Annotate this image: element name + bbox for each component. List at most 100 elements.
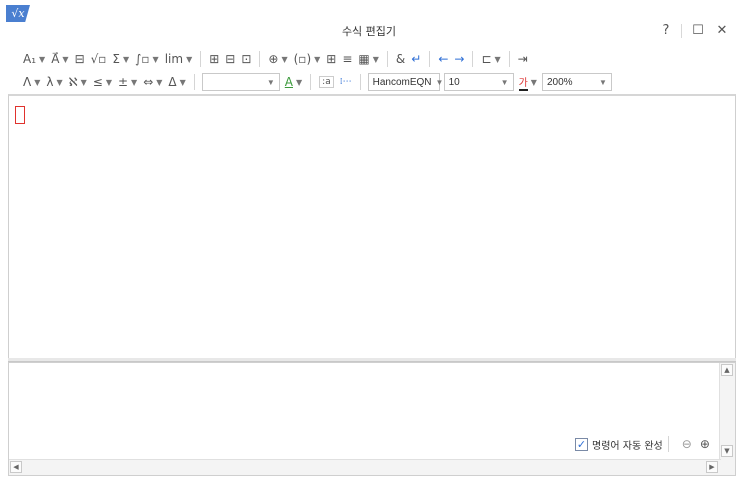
limit-tool[interactable]: lim ▼ <box>162 49 196 69</box>
text-color-tool[interactable]: 가 ▼ <box>516 72 540 92</box>
scroll-up-icon[interactable]: ▲ <box>721 364 733 376</box>
matrix-icon-2: ⊟ <box>225 52 236 66</box>
zoom-combo[interactable]: 200% ▼ <box>541 73 612 91</box>
exit-tool[interactable]: ⇥ <box>515 49 531 69</box>
matrix-tool-1[interactable]: ⊞ <box>206 49 222 69</box>
sum-tool[interactable]: Σ ▼ <box>109 49 132 69</box>
chevron-down-icon[interactable]: ▼ <box>56 78 62 87</box>
matrix-icon-1: ⊞ <box>209 52 220 66</box>
close-button[interactable]: ✕ <box>712 22 732 40</box>
align-tool[interactable]: ≡ <box>339 49 355 69</box>
table-tool[interactable]: ▦ ▼ <box>355 49 382 69</box>
chevron-down-icon[interactable]: ▼ <box>123 55 129 64</box>
size-combo[interactable]: 10 ▼ <box>443 73 514 91</box>
chevron-down-icon[interactable]: ▼ <box>186 55 192 64</box>
greek-lower-tool[interactable]: λ ▼ <box>43 72 65 92</box>
script-input-pane[interactable]: ▲ ▼ ◀ ▶ ✓ 명령어 자동 완성 ⊖ ⊕ <box>8 362 736 476</box>
toolbar-separator <box>386 51 388 67</box>
integral-tool[interactable]: ∫▫ ▼ <box>132 49 162 69</box>
greek-upper-tool[interactable]: Λ ▼ <box>20 72 43 92</box>
zoom-in-icon[interactable]: ⊕ <box>700 437 710 451</box>
newline-tool[interactable]: ↵ <box>408 49 424 69</box>
chevron-down-icon[interactable]: ▼ <box>314 55 320 64</box>
chevron-down-icon[interactable]: ▼ <box>39 55 45 64</box>
chevron-down-icon[interactable]: ▼ <box>106 78 112 87</box>
arrow-right-icon: → <box>454 52 465 66</box>
relation-tool[interactable]: ≤ ▼ <box>90 72 115 92</box>
subscript-icon: A₁ <box>23 52 37 66</box>
arrow-box-tool[interactable]: ⊕ ▼ <box>265 49 290 69</box>
autocomplete-label: 명령어 자동 완성 <box>592 440 663 452</box>
operator-icon: ± <box>117 75 129 89</box>
greek-upper-icon: Λ <box>23 75 32 89</box>
toolbar-separator <box>472 51 474 67</box>
ampersand-tool[interactable]: & <box>393 49 408 69</box>
root-tool[interactable]: √▫ <box>88 49 110 69</box>
paren-icon: (▫) <box>293 52 312 66</box>
misc-symbol-tool[interactable]: Δ ▼ <box>165 72 188 92</box>
chevron-down-icon[interactable]: ▼ <box>34 78 40 87</box>
toolbar-separator <box>310 74 312 90</box>
limit-icon: lim <box>164 52 184 66</box>
symbol-toolbar: Λ ▼ λ ▼ ℵ ▼ ≤ ▼ ± ▼ ⇔ ▼ Δ ▼ ▼ A ▼ :a ⁞⋯ HancomEQN ▼ 10 ▼… <box>0 71 738 93</box>
chevron-down-icon[interactable]: ▼ <box>153 55 159 64</box>
font-combo[interactable]: HancomEQN ▼ <box>367 73 443 91</box>
insert-tool[interactable]: ⊏ ▼ <box>478 49 503 69</box>
horizontal-scrollbar[interactable]: ◀ ▶ <box>9 459 721 475</box>
toolbar-separator <box>429 51 431 67</box>
chevron-down-icon[interactable]: ▼ <box>373 55 379 64</box>
format-tool-2[interactable]: ⁞⋯ <box>337 72 355 92</box>
toolbar-separator <box>259 51 261 67</box>
chevron-down-icon[interactable]: ▼ <box>156 78 162 87</box>
relation-icon: ≤ <box>92 75 103 89</box>
app-icon: √x <box>6 5 30 22</box>
chevron-down-icon[interactable]: ▼ <box>62 55 68 64</box>
autocomplete-checkbox[interactable]: ✓ <box>575 437 588 451</box>
arrow-symbol-icon: ⇔ <box>143 75 154 89</box>
fraction-tool[interactable]: ⊟ <box>72 49 88 69</box>
scroll-right-icon[interactable]: ▶ <box>706 461 718 473</box>
operator-tool[interactable]: ± ▼ <box>115 72 140 92</box>
equation-canvas[interactable] <box>8 94 736 358</box>
align-icon: ≡ <box>342 52 353 66</box>
chevron-down-icon[interactable]: ▼ <box>281 55 287 64</box>
chevron-down-icon[interactable]: ▼ <box>495 55 501 64</box>
arrow-symbol-tool[interactable]: ⇔ ▼ <box>140 72 165 92</box>
insert-icon: ⊏ <box>481 52 492 66</box>
maximize-button[interactable]: ☐ <box>688 22 708 40</box>
grid-tool[interactable]: ⊞ <box>323 49 339 69</box>
ampersand-icon: & <box>395 52 406 66</box>
matrix-tool-2[interactable]: ⊟ <box>222 49 238 69</box>
help-button[interactable]: ? <box>656 22 676 40</box>
arrow-right-tool[interactable]: → <box>451 49 467 69</box>
hebrew-tool[interactable]: ℵ ▼ <box>66 72 90 92</box>
autocomplete-toggle[interactable]: ✓ 명령어 자동 완성 ⊖ ⊕ <box>575 435 710 453</box>
chevron-down-icon[interactable]: ▼ <box>81 78 87 87</box>
format-tool-1[interactable]: :a <box>316 72 337 92</box>
decoration-icon: A⃗ <box>51 52 60 66</box>
scroll-down-icon[interactable]: ▼ <box>721 445 733 457</box>
vertical-scrollbar[interactable]: ▲ ▼ <box>719 363 735 475</box>
table-icon: ▦ <box>358 52 370 66</box>
zoom-out-icon[interactable]: ⊖ <box>682 437 692 451</box>
grid-icon: ⊞ <box>326 52 337 66</box>
format-icon: :a <box>319 76 334 88</box>
decoration-tool[interactable]: A⃗ ▼ <box>48 49 71 69</box>
fraction-icon: ⊟ <box>74 52 85 66</box>
title-bar: √x 수식 편집기 ? ☐ ✕ <box>0 0 738 44</box>
chevron-down-icon[interactable]: ▼ <box>131 78 137 87</box>
scroll-left-icon[interactable]: ◀ <box>10 461 22 473</box>
toolbar-separator <box>200 51 202 67</box>
arrow-left-tool[interactable]: ← <box>435 49 451 69</box>
subscript-tool[interactable]: A₁ ▼ <box>20 49 48 69</box>
paren-tool[interactable]: (▫) ▼ <box>291 49 324 69</box>
style-combo[interactable]: ▼ <box>201 73 280 91</box>
template-toolbar: A₁ ▼ A⃗ ▼ ⊟ √▫ Σ ▼ ∫▫ ▼ lim ▼ ⊞ ⊟ ⊡ ⊕ ▼ (▫) ▼ ⊞ ≡ ▦ ▼ & ↵ ← → ⊏ ▼ ⇥ <box>0 48 738 70</box>
matrix-icon-3: ⊡ <box>241 52 252 66</box>
root-icon: √▫ <box>90 52 107 66</box>
toolbar-separator <box>508 51 510 67</box>
color-fill-tool[interactable]: A ▼ <box>282 72 305 92</box>
chevron-down-icon[interactable]: ▼ <box>180 78 186 87</box>
matrix-tool-3[interactable]: ⊡ <box>238 49 254 69</box>
toolbar-separator <box>193 74 195 90</box>
